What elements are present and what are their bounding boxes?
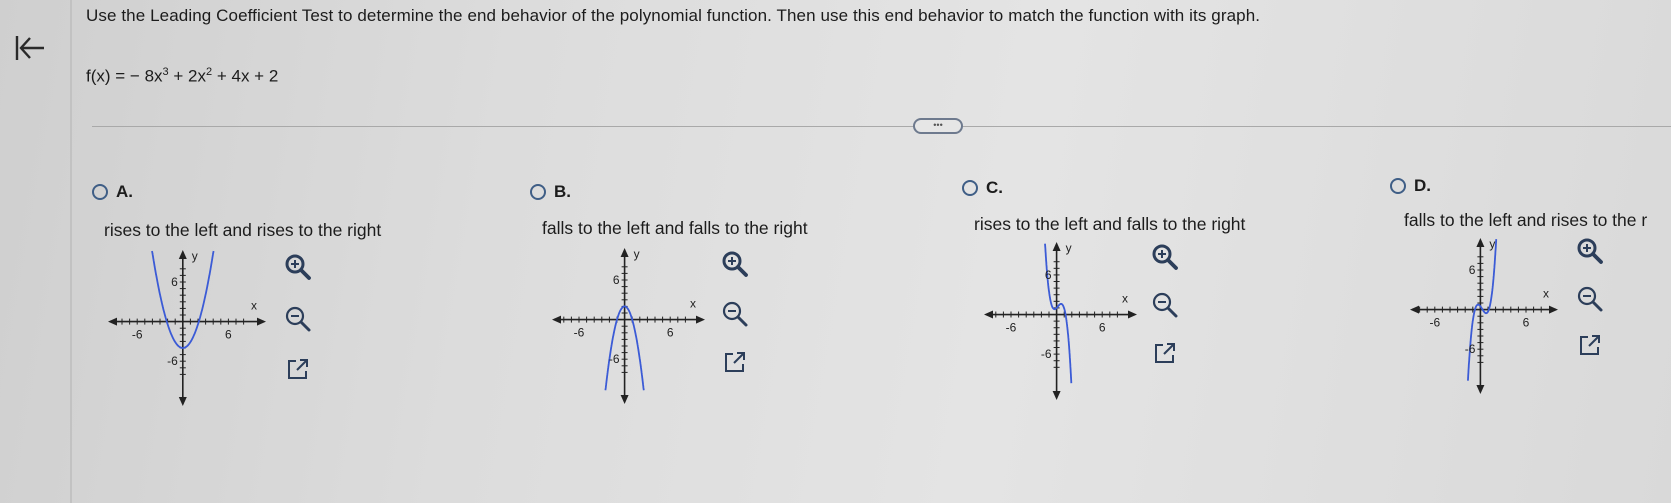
x-tick-label: -6 (1006, 321, 1017, 335)
option-b-selector[interactable]: B. (530, 182, 571, 202)
y-tick-label: -6 (167, 354, 178, 368)
question-prompt: Use the Leading Coefficient Test to dete… (86, 6, 1261, 25)
zoom-out-icon (1577, 286, 1603, 312)
option-a-selector[interactable]: A. (92, 182, 133, 202)
zoom-in-icon (1152, 244, 1178, 270)
y-tick-label: -6 (609, 352, 620, 366)
x-tick-label: 6 (1523, 316, 1530, 330)
back-to-start-icon (15, 36, 44, 60)
zoom-out-button[interactable] (720, 299, 750, 329)
radio-button[interactable] (92, 184, 108, 200)
zoom-in-button[interactable] (720, 249, 750, 279)
x-axis-label: x (1543, 287, 1549, 301)
option-description: falls to the left and falls to the right (542, 218, 808, 238)
open-new-window-icon (725, 352, 745, 372)
option-description: rises to the left and falls to the right (974, 214, 1246, 234)
option-d-selector[interactable]: D. (1390, 176, 1431, 196)
y-axis-label: y (1066, 241, 1072, 255)
x-tick-label: -6 (1429, 316, 1440, 330)
formula-part: f(x) = − 8x (86, 66, 163, 86)
y-tick-label: 6 (171, 275, 178, 289)
option-letter: A. (116, 182, 133, 201)
x-tick-label: 6 (225, 328, 232, 342)
option-letter: D. (1414, 176, 1431, 195)
y-tick-label: 6 (1045, 268, 1052, 282)
radio-button[interactable] (1390, 178, 1406, 194)
option-c-selector[interactable]: C. (962, 178, 1003, 198)
zoom-in-icon (1577, 238, 1603, 264)
zoom-in-icon (722, 251, 748, 277)
y-tick-label: 6 (613, 273, 620, 287)
y-tick-label: -6 (1465, 342, 1476, 356)
radio-button[interactable] (530, 184, 546, 200)
zoom-out-icon (285, 306, 311, 332)
x-tick-label: 6 (1099, 321, 1106, 335)
option-description: falls to the left and rises to the r (1404, 210, 1648, 230)
radio-button[interactable] (962, 180, 978, 196)
x-tick-label: -6 (132, 328, 143, 342)
open-new-window-icon (1155, 343, 1175, 363)
open-new-window-icon (288, 359, 308, 379)
option-letter: C. (986, 178, 1003, 197)
x-axis-label: x (690, 297, 696, 311)
zoom-in-icon (285, 254, 311, 280)
zoom-out-button[interactable] (283, 304, 313, 334)
zoom-out-button[interactable] (1150, 290, 1180, 320)
y-axis-label: y (634, 247, 640, 261)
back-to-start-button[interactable] (8, 30, 48, 70)
graph-option-b: y x -6 6 6 -6 (552, 247, 705, 404)
y-tick-label: -6 (1041, 347, 1052, 361)
open-new-window-button[interactable] (720, 347, 750, 377)
zoom-in-button[interactable] (1150, 242, 1180, 272)
zoom-out-icon (722, 301, 748, 327)
polynomial-function: f(x) = − 8x3 + 2x2 + 4x + 2 (86, 66, 278, 87)
graph-option-c: y x -6 6 6 -6 (984, 241, 1137, 400)
x-tick-label: -6 (574, 326, 585, 340)
show-more-button[interactable]: ••• (913, 118, 963, 134)
zoom-out-icon (1152, 292, 1178, 318)
y-tick-label: 6 (1469, 263, 1476, 277)
x-axis-label: x (1122, 292, 1128, 306)
zoom-out-button[interactable] (1575, 284, 1605, 314)
formula-part: + 4x + 2 (212, 66, 279, 86)
graph-option-a: y x -6 6 6 -6 (108, 249, 266, 406)
zoom-in-button[interactable] (283, 252, 313, 282)
open-new-window-icon (1580, 335, 1600, 355)
graph-option-d: y x -6 6 6 -6 (1410, 237, 1558, 394)
option-description: rises to the left and rises to the right (104, 220, 382, 240)
formula-part: + 2x (168, 66, 206, 86)
y-axis-label: y (192, 249, 198, 263)
y-axis-label: y (1489, 237, 1495, 251)
section-divider (92, 126, 1671, 127)
x-tick-label: 6 (667, 326, 674, 340)
open-new-window-button[interactable] (1150, 338, 1180, 368)
x-axis-label: x (251, 299, 257, 313)
open-new-window-button[interactable] (1575, 330, 1605, 360)
zoom-in-button[interactable] (1575, 236, 1605, 266)
option-letter: B. (554, 182, 571, 201)
left-sidebar (0, 0, 72, 503)
open-new-window-button[interactable] (283, 354, 313, 384)
